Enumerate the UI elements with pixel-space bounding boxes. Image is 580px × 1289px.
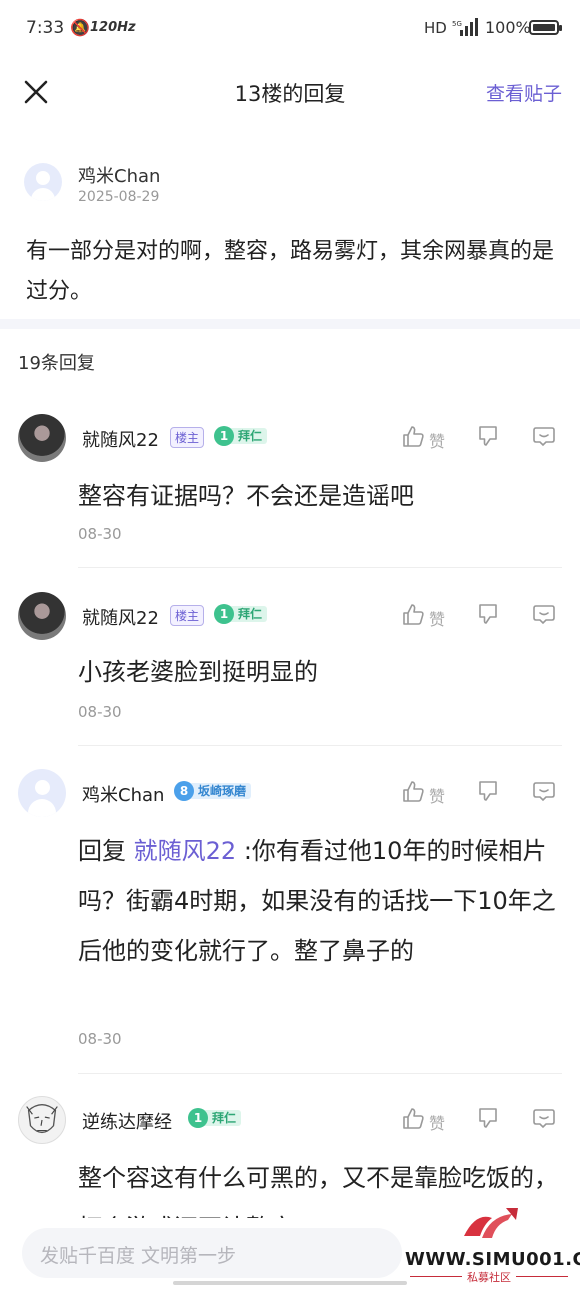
divider <box>78 567 562 568</box>
comment-input-placeholder[interactable]: 发贴千百度 文明第一步 <box>40 1241 236 1268</box>
thumbs-up-icon[interactable] <box>402 779 424 803</box>
section-divider <box>0 319 580 329</box>
avatar[interactable] <box>18 414 66 462</box>
comment-icon[interactable] <box>532 602 556 626</box>
reply-date: 08-30 <box>78 525 122 543</box>
thumbs-up-icon[interactable] <box>402 602 424 626</box>
comment-icon[interactable] <box>532 779 556 803</box>
watermark-site: WWW.SIMU001.CN <box>405 1249 580 1270</box>
svg-text:5G: 5G <box>452 20 462 28</box>
avatar[interactable] <box>24 163 62 201</box>
mute-bell-icon: 🔕 <box>70 18 90 37</box>
mention-link[interactable]: 就随风22 <box>134 837 237 865</box>
view-post-link[interactable]: 查看贴子 <box>486 79 562 106</box>
owner-badge: 楼主 <box>170 605 205 626</box>
reply-author-name[interactable]: 鸡米Chan <box>82 781 164 807</box>
level-title: 坂崎琢磨 <box>188 783 252 799</box>
watermark-logo-icon <box>464 1208 518 1238</box>
op-author-name[interactable]: 鸡米Chan <box>78 162 160 188</box>
close-icon[interactable] <box>22 78 50 106</box>
like-label[interactable]: 赞 <box>429 606 445 630</box>
reply-text: 小孩老婆脸到挺明显的 <box>78 658 318 686</box>
battery-icon <box>529 20 562 35</box>
level-number: 1 <box>214 604 234 624</box>
thumbs-down-icon[interactable] <box>476 602 500 626</box>
like-label[interactable]: 赞 <box>429 428 445 452</box>
reply-date: 08-30 <box>78 1030 122 1048</box>
like-label[interactable]: 赞 <box>429 783 445 807</box>
thumbs-up-icon[interactable] <box>402 424 424 448</box>
like-label[interactable]: 赞 <box>429 1110 445 1134</box>
home-indicator[interactable] <box>173 1281 407 1285</box>
signal-icon: 5G <box>452 18 478 36</box>
owner-badge: 楼主 <box>170 427 205 448</box>
reply-author-name[interactable]: 就随风22 <box>82 604 159 630</box>
level-number: 1 <box>188 1108 208 1128</box>
thumbs-down-icon[interactable] <box>476 779 500 803</box>
op-date: 2025-08-29 <box>78 189 160 205</box>
thumbs-up-icon[interactable] <box>402 1106 424 1130</box>
reply-author-name[interactable]: 就随风22 <box>82 426 159 452</box>
reply-text: 整容有证据吗？不会还是造谣吧 <box>78 482 414 510</box>
divider <box>78 745 562 746</box>
comment-icon[interactable] <box>532 1106 556 1130</box>
battery-percent: 100% <box>485 18 531 37</box>
avatar[interactable] <box>18 1096 66 1144</box>
watermark-label: 私募社区 <box>404 1269 574 1285</box>
reply-date: 08-30 <box>78 703 122 721</box>
reply-text: 回复 就随风22 :你有看过他10年的时候相片吗？街霸4时期，如果没有的话找一下… <box>78 826 558 976</box>
op-content: 有一部分是对的啊，整容，路易雾灯，其余网暴真的是过分。 <box>26 239 555 304</box>
level-number: 1 <box>214 426 234 446</box>
avatar[interactable] <box>18 769 66 817</box>
avatar[interactable] <box>18 592 66 640</box>
divider <box>78 1073 562 1074</box>
thumbs-down-icon[interactable] <box>476 1106 500 1130</box>
level-number: 8 <box>174 781 194 801</box>
reply-author-name[interactable]: 逆练达摩经 <box>82 1108 172 1134</box>
thumbs-down-icon[interactable] <box>476 424 500 448</box>
refresh-rate: 120Hz <box>90 20 136 35</box>
reply-count: 19条回复 <box>18 353 95 374</box>
network-type: HD <box>424 19 447 37</box>
status-time: 7:33 <box>26 18 65 38</box>
comment-icon[interactable] <box>532 424 556 448</box>
reply-prefix: 回复 <box>78 837 134 865</box>
